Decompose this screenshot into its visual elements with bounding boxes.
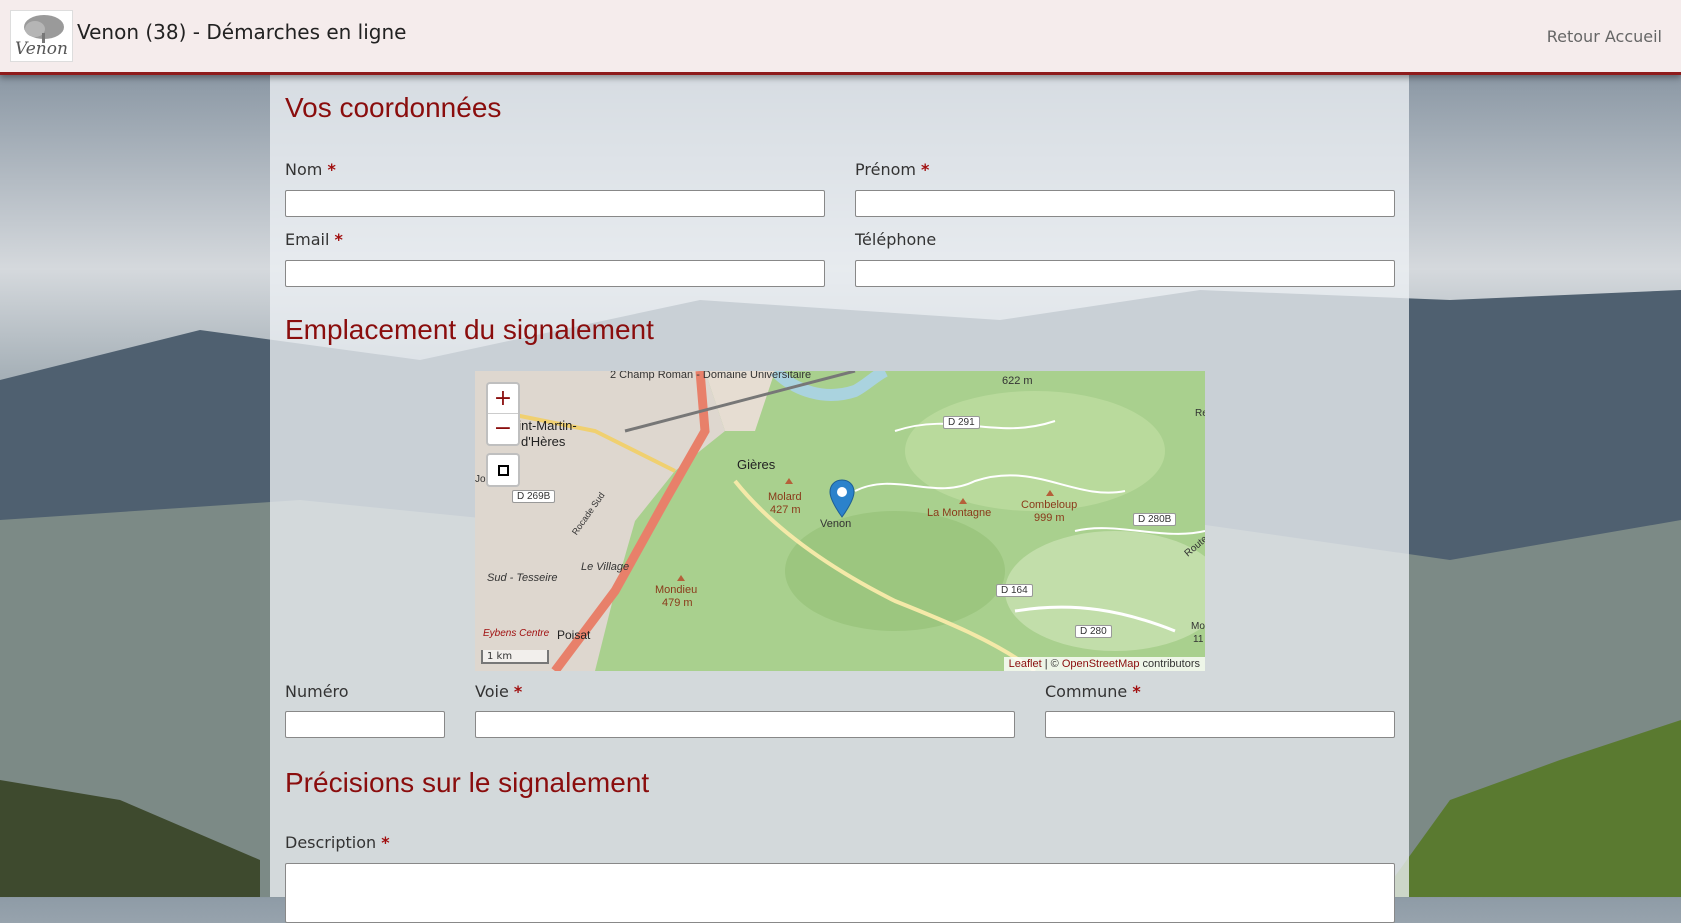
description-textarea[interactable] [285, 863, 1395, 923]
map-attribution: Leaflet | © OpenStreetMap contributors [1003, 657, 1205, 671]
numero-input[interactable] [285, 711, 445, 738]
nom-label: Nom * [285, 160, 336, 179]
map-label-dheres: d'Hères [521, 434, 566, 449]
map-label-mondieu-alt: 479 m [662, 597, 693, 609]
commune-label: Commune * [1045, 682, 1141, 701]
map-label-top: 2 Champ Roman - Domaine Universitaire [610, 371, 812, 381]
form-panel: Vos coordonnées Nom * Prénom * Email * T… [270, 75, 1409, 923]
prenom-input[interactable] [855, 190, 1395, 217]
map-marker-icon[interactable] [829, 479, 855, 519]
map-label-la-montagne: La Montagne [927, 507, 992, 519]
commune-label-text: Commune [1045, 682, 1128, 701]
location-map[interactable]: 2 Champ Roman - Domaine Universitaire 62… [475, 371, 1205, 671]
map-label-jo: Jo [475, 474, 486, 485]
zoom-in-button[interactable]: + [488, 384, 518, 414]
map-label-saint-martin: aint-Martin- [511, 418, 577, 433]
map-zoom-control: + − [486, 382, 520, 446]
description-label-text: Description [285, 833, 377, 852]
osm-link[interactable]: OpenStreetMap [1062, 658, 1140, 670]
zoom-out-button[interactable]: − [488, 414, 518, 444]
section-title-location: Emplacement du signalement [285, 314, 654, 345]
map-label-gieres: Gières [737, 457, 776, 472]
commune-input[interactable] [1045, 711, 1395, 738]
voie-label: Voie * [475, 682, 522, 701]
section-title-details: Précisions sur le signalement [285, 767, 650, 798]
numero-label-text: Numéro [285, 682, 349, 701]
voie-label-text: Voie [475, 682, 509, 701]
required-marker: * [334, 230, 343, 249]
nom-input[interactable] [285, 190, 825, 217]
telephone-label: Téléphone [855, 230, 936, 249]
map-label-mondieu: Mondieu [655, 584, 698, 596]
required-marker: * [327, 160, 336, 179]
map-fullscreen-button[interactable] [486, 453, 520, 487]
map-label-le-village: Le Village [581, 561, 630, 573]
site-title[interactable]: Venon (38) - Démarches en ligne [77, 20, 406, 44]
road-label-d164: D 164 [996, 584, 1033, 597]
map-label-mo: Mo [1191, 621, 1205, 632]
logo-text: Venon [15, 39, 68, 59]
attribution-tail: contributors [1139, 658, 1200, 670]
map-label-combeloup-alt: 999 m [1034, 512, 1065, 524]
voie-input[interactable] [475, 711, 1015, 738]
leaflet-link[interactable]: Leaflet [1009, 658, 1042, 670]
map-scale: 1 km [481, 650, 549, 664]
prenom-label-text: Prénom [855, 160, 916, 179]
top-navbar: Venon Venon (38) - Démarches en ligne Re… [0, 0, 1681, 75]
section-title-contact: Vos coordonnées [285, 92, 502, 123]
road-label-d291: D 291 [943, 416, 980, 429]
map-label-molard-alt: 427 m [770, 504, 801, 516]
map-label-tesseire: Sud - Tesseire [487, 572, 558, 584]
required-marker: * [921, 160, 930, 179]
required-marker: * [513, 682, 523, 701]
road-label-d280: D 280 [1075, 625, 1112, 638]
road-label-d269b: D 269B [512, 490, 556, 503]
email-label-text: Email [285, 230, 330, 249]
numero-label: Numéro [285, 682, 349, 701]
map-label-eybens: Eybens Centre [483, 628, 550, 639]
retour-accueil-link[interactable]: Retour Accueil [1547, 27, 1662, 46]
map-label-venon: Venon [820, 518, 852, 530]
map-label-poisat: Poisat [557, 628, 591, 642]
logo-tree-icon: Venon [15, 15, 68, 59]
required-marker: * [381, 833, 390, 852]
telephone-input[interactable] [855, 260, 1395, 287]
map-label-re: Re [1195, 408, 1205, 419]
road-label-d280b: D 280B [1133, 513, 1177, 526]
telephone-label-text: Téléphone [855, 230, 937, 249]
email-input[interactable] [285, 260, 825, 287]
description-label: Description * [285, 833, 390, 852]
prenom-label: Prénom * [855, 160, 929, 179]
map-label-molard: Molard [768, 491, 802, 503]
map-label-622: 622 m [1002, 375, 1033, 387]
required-marker: * [1132, 682, 1141, 701]
map-label-mo-alt: 11 [1193, 634, 1204, 645]
attribution-separator: | © [1041, 658, 1062, 670]
square-icon [498, 465, 509, 476]
nom-label-text: Nom [285, 160, 323, 179]
email-label: Email * [285, 230, 343, 249]
venon-logo[interactable]: Venon [10, 10, 73, 62]
map-label-combeloup: Combeloup [1021, 499, 1078, 511]
